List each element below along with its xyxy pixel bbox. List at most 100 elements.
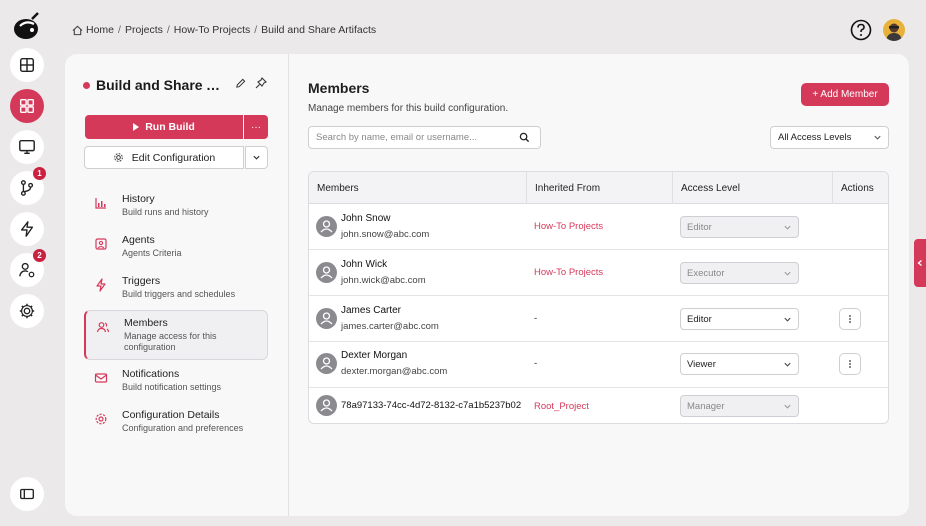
layout-icon: [19, 57, 35, 73]
edit-configuration-label: Edit Configuration: [131, 151, 216, 164]
run-more-button[interactable]: ···: [244, 115, 268, 139]
breadcrumb-home[interactable]: Home: [86, 24, 114, 36]
user-settings-badge: 2: [33, 249, 46, 262]
pin-icon[interactable]: [255, 77, 267, 89]
chevron-down-icon: [784, 362, 791, 367]
nav-item-configuration-details[interactable]: Configuration Details Configuration and p…: [84, 403, 268, 443]
search-placeholder: Search by name, email or username...: [316, 132, 478, 143]
chevron-left-icon: [917, 260, 922, 266]
access-level-filter[interactable]: All Access Levels: [770, 126, 889, 149]
chart-icon: [95, 198, 106, 209]
breadcrumb-projects[interactable]: Projects: [125, 24, 163, 36]
edit-configuration-dropdown[interactable]: [245, 146, 268, 169]
edit-configuration-button[interactable]: Edit Configuration: [84, 146, 244, 169]
nav-title: Triggers: [122, 275, 161, 287]
rail-monitor-button[interactable]: [10, 130, 44, 164]
avatar-image: [886, 23, 902, 41]
inherited-from-link[interactable]: How-To Projects: [534, 221, 603, 232]
member-name: John Wick: [341, 259, 388, 270]
monitor-icon: [19, 139, 35, 155]
inherited-from-link[interactable]: How-To Projects: [534, 267, 603, 278]
nav-subtitle: Manage access for this configuration: [124, 331, 217, 352]
chevron-down-icon: [874, 135, 881, 140]
breadcrumb-current: Build and Share Artifacts: [261, 24, 377, 36]
nav-item-history[interactable]: History Build runs and history: [84, 187, 268, 227]
gear-icon: [95, 413, 107, 425]
rail-layout-button[interactable]: [10, 48, 44, 82]
chevron-down-icon: [784, 317, 791, 322]
rail-bolt-button[interactable]: [10, 212, 44, 246]
rail-sidebar-toggle-button[interactable]: [10, 477, 44, 511]
access-level-filter-value: All Access Levels: [778, 132, 852, 143]
chevron-down-icon: [253, 155, 260, 160]
nav-title: Notifications: [122, 368, 180, 380]
access-level-value: Editor: [687, 221, 712, 233]
members-icon: [96, 322, 110, 333]
page-title: Members: [308, 80, 370, 96]
agent-icon: [95, 238, 107, 250]
edit-icon[interactable]: [235, 78, 246, 89]
run-build-button[interactable]: Run Build: [85, 115, 243, 139]
access-level-value: Executor: [687, 267, 725, 279]
access-level-select: Manager: [680, 395, 799, 417]
user-avatar[interactable]: [883, 19, 905, 41]
user-avatar-icon: [316, 216, 337, 237]
nav-title: Agents: [122, 234, 155, 246]
member-email: john.snow@abc.com: [341, 229, 430, 240]
column-header-members: Members: [309, 172, 527, 204]
column-header-inherited: Inherited From: [527, 172, 673, 204]
rail-branch-button[interactable]: 1: [10, 167, 46, 205]
nav-item-triggers[interactable]: Triggers Build triggers and schedules: [84, 269, 268, 309]
access-level-select[interactable]: Editor: [680, 308, 799, 330]
chevron-down-icon: [784, 225, 791, 230]
member-email: john.wick@abc.com: [341, 275, 426, 286]
branch-badge: 1: [33, 167, 46, 180]
column-header-actions: Actions: [841, 182, 874, 194]
sidebar-toggle-icon: [20, 488, 34, 500]
search-input[interactable]: Search by name, email or username...: [308, 126, 541, 149]
config-title: Build and Share Artifacts: [83, 77, 226, 93]
status-dot: [83, 81, 90, 89]
inherited-from-link[interactable]: Root_Project: [534, 401, 589, 412]
main-card: Build and Share Artifacts Run Build ··· …: [65, 54, 909, 516]
access-level-select[interactable]: Viewer: [680, 353, 799, 375]
help-icon[interactable]: [850, 19, 872, 41]
branch-icon: [20, 180, 34, 196]
nav-subtitle: Build runs and history: [122, 207, 209, 217]
access-level-value: Editor: [687, 313, 712, 325]
member-email: james.carter@abc.com: [341, 321, 439, 332]
rail-dashboard-button[interactable]: [10, 89, 44, 123]
inherited-from-text: -: [534, 313, 538, 324]
nav-item-agents[interactable]: Agents Agents Criteria: [84, 228, 268, 268]
members-table: Members Inherited From Access Level Acti…: [308, 171, 889, 424]
more-horizontal-icon: ···: [251, 121, 261, 133]
search-icon: [519, 132, 530, 143]
breadcrumb-howto-projects[interactable]: How-To Projects: [174, 24, 250, 36]
row-actions-button[interactable]: [839, 308, 861, 330]
panel-collapse-tab[interactable]: [914, 239, 926, 287]
rail-settings-button[interactable]: [10, 294, 44, 328]
app-logo[interactable]: [12, 10, 42, 40]
nav-item-members[interactable]: Members Manage access for this configurat…: [84, 310, 268, 360]
breadcrumb-separator: /: [118, 24, 121, 36]
gear-icon: [113, 153, 123, 162]
add-member-button[interactable]: + Add Member: [801, 83, 889, 106]
bolt-icon: [20, 221, 34, 237]
table-row: 78a97133-74cc-4d72-8132-c7a1b5237b02 Roo…: [309, 388, 888, 423]
breadcrumb: Home / Projects / How-To Projects / Buil…: [72, 24, 376, 36]
member-name: Dexter Morgan: [341, 350, 408, 361]
nav-subtitle: Agents Criteria: [122, 248, 182, 258]
row-actions-button[interactable]: [839, 353, 861, 375]
chevron-down-icon: [784, 404, 791, 409]
more-vertical-icon: [849, 360, 851, 368]
nav-subtitle: Build notification settings: [122, 382, 222, 392]
access-level-select: Editor: [680, 216, 799, 238]
nav-item-notifications[interactable]: Notifications Build notification settings: [84, 362, 268, 402]
table-row: Dexter Morgan dexter.morgan@abc.com - Vi…: [309, 342, 888, 388]
home-icon[interactable]: [72, 25, 83, 36]
nav-subtitle: Build triggers and schedules: [122, 289, 236, 299]
column-header-access: Access Level: [673, 172, 833, 204]
rail-user-settings-button[interactable]: 2: [10, 249, 46, 287]
play-icon: [133, 123, 140, 131]
table-row: James Carter james.carter@abc.com - Edit…: [309, 296, 888, 342]
